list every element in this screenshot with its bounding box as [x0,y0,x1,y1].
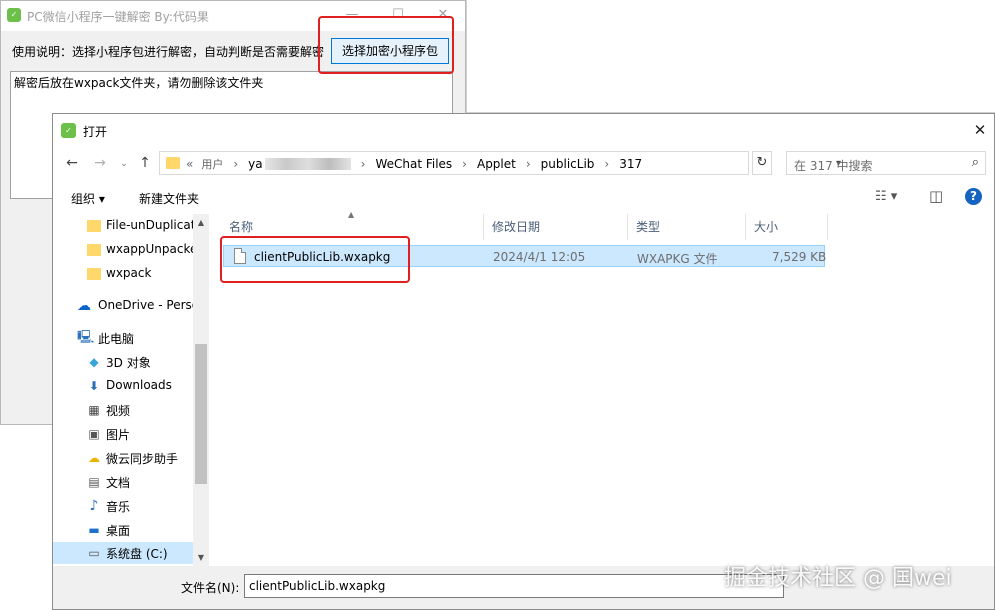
cube-icon: ◆ [89,355,99,369]
computer-icon: 🖳 [77,330,95,345]
nav-item-music[interactable]: ♪ 音乐 [53,495,208,517]
redacted-username [264,158,351,170]
organize-menu[interactable]: 组织 ▾ [71,190,105,207]
breadcrumb-item-publiclib[interactable]: publicLib [541,157,595,171]
nav-item-downloads[interactable]: ⬇ Downloads [53,375,208,397]
desktop-icon: ▬ [88,523,100,537]
breadcrumb-item-applet[interactable]: Applet [477,157,516,171]
download-icon: ⬇ [88,379,100,393]
breadcrumb-item-user[interactable]: ya [248,157,262,171]
music-icon: ♪ [89,498,99,514]
nav-item-weiyun[interactable]: ☁ 微云同步助手 [53,447,208,469]
nav-item-wxpack[interactable]: wxpack [53,263,208,285]
video-icon: ▦ [88,403,100,417]
nav-item-pictures[interactable]: ▣ 图片 [53,423,208,445]
refresh-icon[interactable]: ↻ [752,151,772,175]
folder-icon [87,244,101,256]
open-file-dialog: ✓ 打开 ✕ ← → ⌄ ↑ « 用户 › ya › WeChat Files … [52,113,995,610]
search-input[interactable]: 在 317 中搜索 [794,157,873,174]
dialog-title-bar: ✓ 打开 ✕ [53,114,994,146]
filename-label: 文件名(N): [181,581,240,595]
nav-item-3d-objects[interactable]: ◆ 3D 对象 [53,351,208,373]
nav-item-documents[interactable]: ▤ 文档 [53,471,208,493]
app-close-button[interactable]: ✕ [428,5,458,25]
nav-item-videos[interactable]: ▦ 视频 [53,399,208,421]
breadcrumb-sep: › [360,157,366,171]
column-header-name[interactable]: 名称 [221,214,484,240]
file-size: 7,529 KB [772,250,827,264]
breadcrumb-item-317[interactable]: 317 [619,157,642,171]
column-header-date[interactable]: 修改日期 [484,214,628,240]
nav-item-system-drive[interactable]: ▭ 系统盘 (C:) [53,542,208,564]
preview-pane-icon[interactable]: ◫ [929,187,943,205]
watermark: 掘金技术社区 @ 国wei [724,566,952,591]
file-type: WXAPKG 文件 [637,252,718,266]
weiyun-icon: ☁ [88,451,100,465]
background-window [466,0,995,113]
breadcrumb-sep: › [462,157,467,171]
breadcrumb-sep: › [233,157,239,171]
maximize-button[interactable]: ☐ [383,5,413,25]
back-arrow-icon[interactable]: ← [63,154,81,172]
cloud-icon: ☁ [77,298,91,314]
nav-scrollbar-thumb[interactable] [195,344,207,484]
address-bar[interactable]: « 用户 › ya › WeChat Files › Applet › publ… [159,151,841,175]
nav-item-wxappunpacker[interactable]: wxappUnpacke [53,239,208,261]
dialog-close-button[interactable]: ✕ [965,119,994,141]
column-header-size[interactable]: 大小 [746,214,828,240]
help-icon[interactable]: ? [965,188,982,205]
folder-icon [87,220,101,232]
navigation-pane: File-unDuplicat wxappUnpacke wxpack ☁ On… [53,214,208,566]
scroll-up-icon[interactable]: ▲ [193,216,209,230]
breadcrumb-item-wechat-files[interactable]: WeChat Files [375,157,452,171]
wechat-mini-program-icon: ✓ [7,8,21,22]
breadcrumb-sep: › [525,157,531,171]
app-title: PC微信小程序一键解密 By:代码果 [27,10,209,24]
dialog-title: 打开 [83,125,108,139]
file-icon [234,248,246,264]
folder-icon [87,268,101,280]
minimize-button[interactable]: — [337,5,367,25]
nav-item-onedrive[interactable]: ☁ OneDrive - Perso [53,295,208,317]
filename-input[interactable]: clientPublicLib.wxapkg [244,574,784,598]
dialog-toolbar: 组织 ▾ 新建文件夹 ☷ ▾ ◫ [53,184,994,212]
recent-dropdown-icon[interactable]: ⌄ [115,155,133,173]
folder-icon [166,157,180,169]
file-name: clientPublicLib.wxapkg [254,250,391,264]
picture-icon: ▣ [88,427,100,441]
scroll-down-icon[interactable]: ▼ [193,551,209,565]
select-package-button[interactable]: 选择加密小程序包 [331,38,449,64]
breadcrumb: « 用户 › ya › WeChat Files › Applet › publ… [186,156,642,172]
nav-item-this-pc[interactable]: 🖳 此电脑 [53,327,208,349]
search-box[interactable]: 在 317 中搜索 ⌕ [786,151,986,175]
up-arrow-icon[interactable]: ↑ [136,154,154,172]
screen: ✓ PC微信小程序一键解密 By:代码果 — ☐ ✕ 使用说明：选择小程序包进行… [0,0,995,610]
breadcrumb-item-users[interactable]: 用户 [201,156,223,172]
new-folder-button[interactable]: 新建文件夹 [139,190,199,207]
breadcrumb-sep: › [604,157,610,171]
drive-icon: ▭ [88,546,100,560]
nav-item-file-unduplicat[interactable]: File-unDuplicat [53,215,208,237]
breadcrumb-overflow[interactable]: « [186,157,193,171]
app-title-bar: ✓ PC微信小程序一键解密 By:代码果 — ☐ ✕ [1,1,465,31]
search-icon[interactable]: ⌕ [972,155,979,170]
column-header-type[interactable]: 类型 [628,214,746,240]
forward-arrow-icon[interactable]: → [91,154,109,172]
file-date: 2024/4/1 12:05 [493,250,586,264]
usage-instruction: 使用说明：选择小程序包进行解密，自动判断是否需要解密 [12,45,325,59]
document-icon: ▤ [88,475,100,489]
nav-item-desktop[interactable]: ▬ 桌面 [53,519,208,541]
wechat-mini-program-icon: ✓ [61,123,76,138]
file-list: ▲ 名称 修改日期 类型 大小 clientPublicLib.wxapkg 2… [221,210,994,566]
view-options-icon[interactable]: ☷ ▾ [875,189,897,204]
table-row[interactable]: clientPublicLib.wxapkg 2024/4/1 12:05 WX… [223,245,827,267]
